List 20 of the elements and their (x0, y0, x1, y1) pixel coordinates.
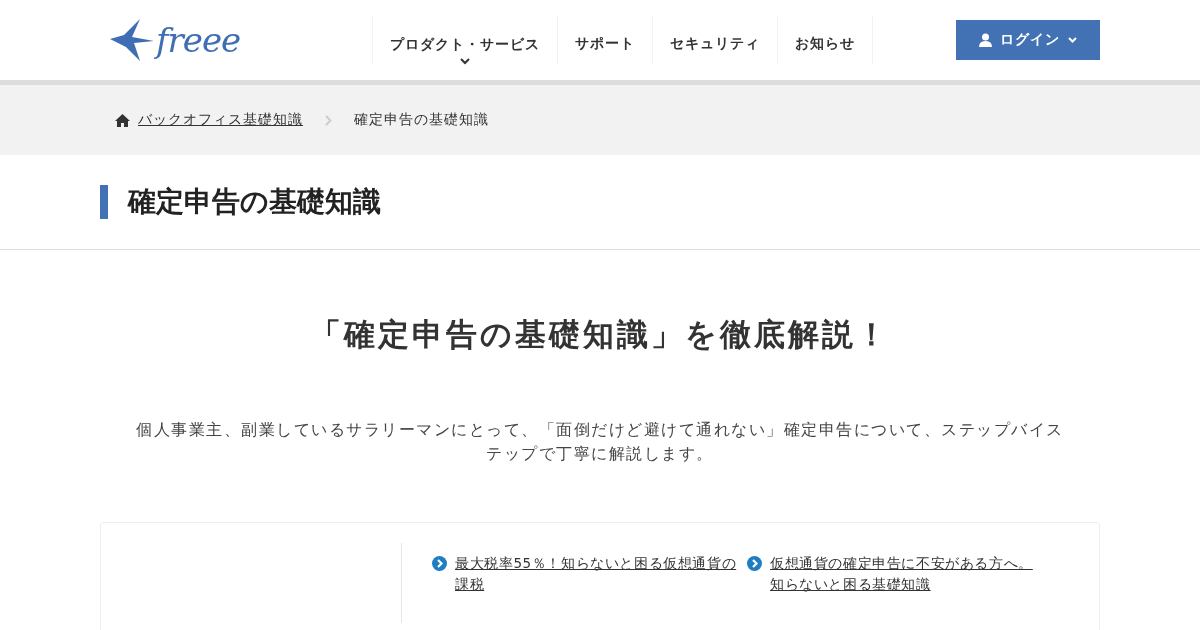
article-link[interactable]: 最大税率55％！知らないと困る仮想通貨の課税 (455, 553, 737, 595)
headline: 「確定申告の基礎知識」を徹底解説！ (309, 315, 891, 354)
home-icon (115, 113, 130, 127)
breadcrumb-current: 確定申告の基礎知識 (354, 111, 489, 129)
nav-item[interactable]: お知らせ (777, 16, 873, 64)
article-link[interactable]: 仮想通貨の確定申告に不安がある方へ。知らないと困る基礎知識 (770, 553, 1037, 595)
chevron-down-icon (1068, 37, 1077, 43)
nav-item[interactable]: セキュリティ (652, 16, 777, 64)
logo-text[interactable]: freee (156, 23, 241, 57)
login-button[interactable]: ログイン (956, 20, 1100, 60)
chevron-circle-icon (432, 556, 447, 571)
lead-text: 個人事業主、副業しているサラリーマンにとって、「面倒だけど避けて通れない」確定申告について、ステップバイステップで丁寧に解説します。 (135, 420, 1065, 465)
chevron-right-icon (325, 114, 332, 126)
chevron-circle-icon (747, 556, 762, 571)
breadcrumb-link[interactable]: バックオフィス基礎知識 (138, 111, 303, 129)
page-title: 確定申告の基礎知識 (100, 185, 381, 219)
nav-item[interactable]: プロダクト・サービス (372, 16, 557, 64)
user-icon (979, 33, 992, 47)
chevron-down-icon (460, 57, 470, 65)
nav-item[interactable]: サポート (557, 16, 652, 64)
